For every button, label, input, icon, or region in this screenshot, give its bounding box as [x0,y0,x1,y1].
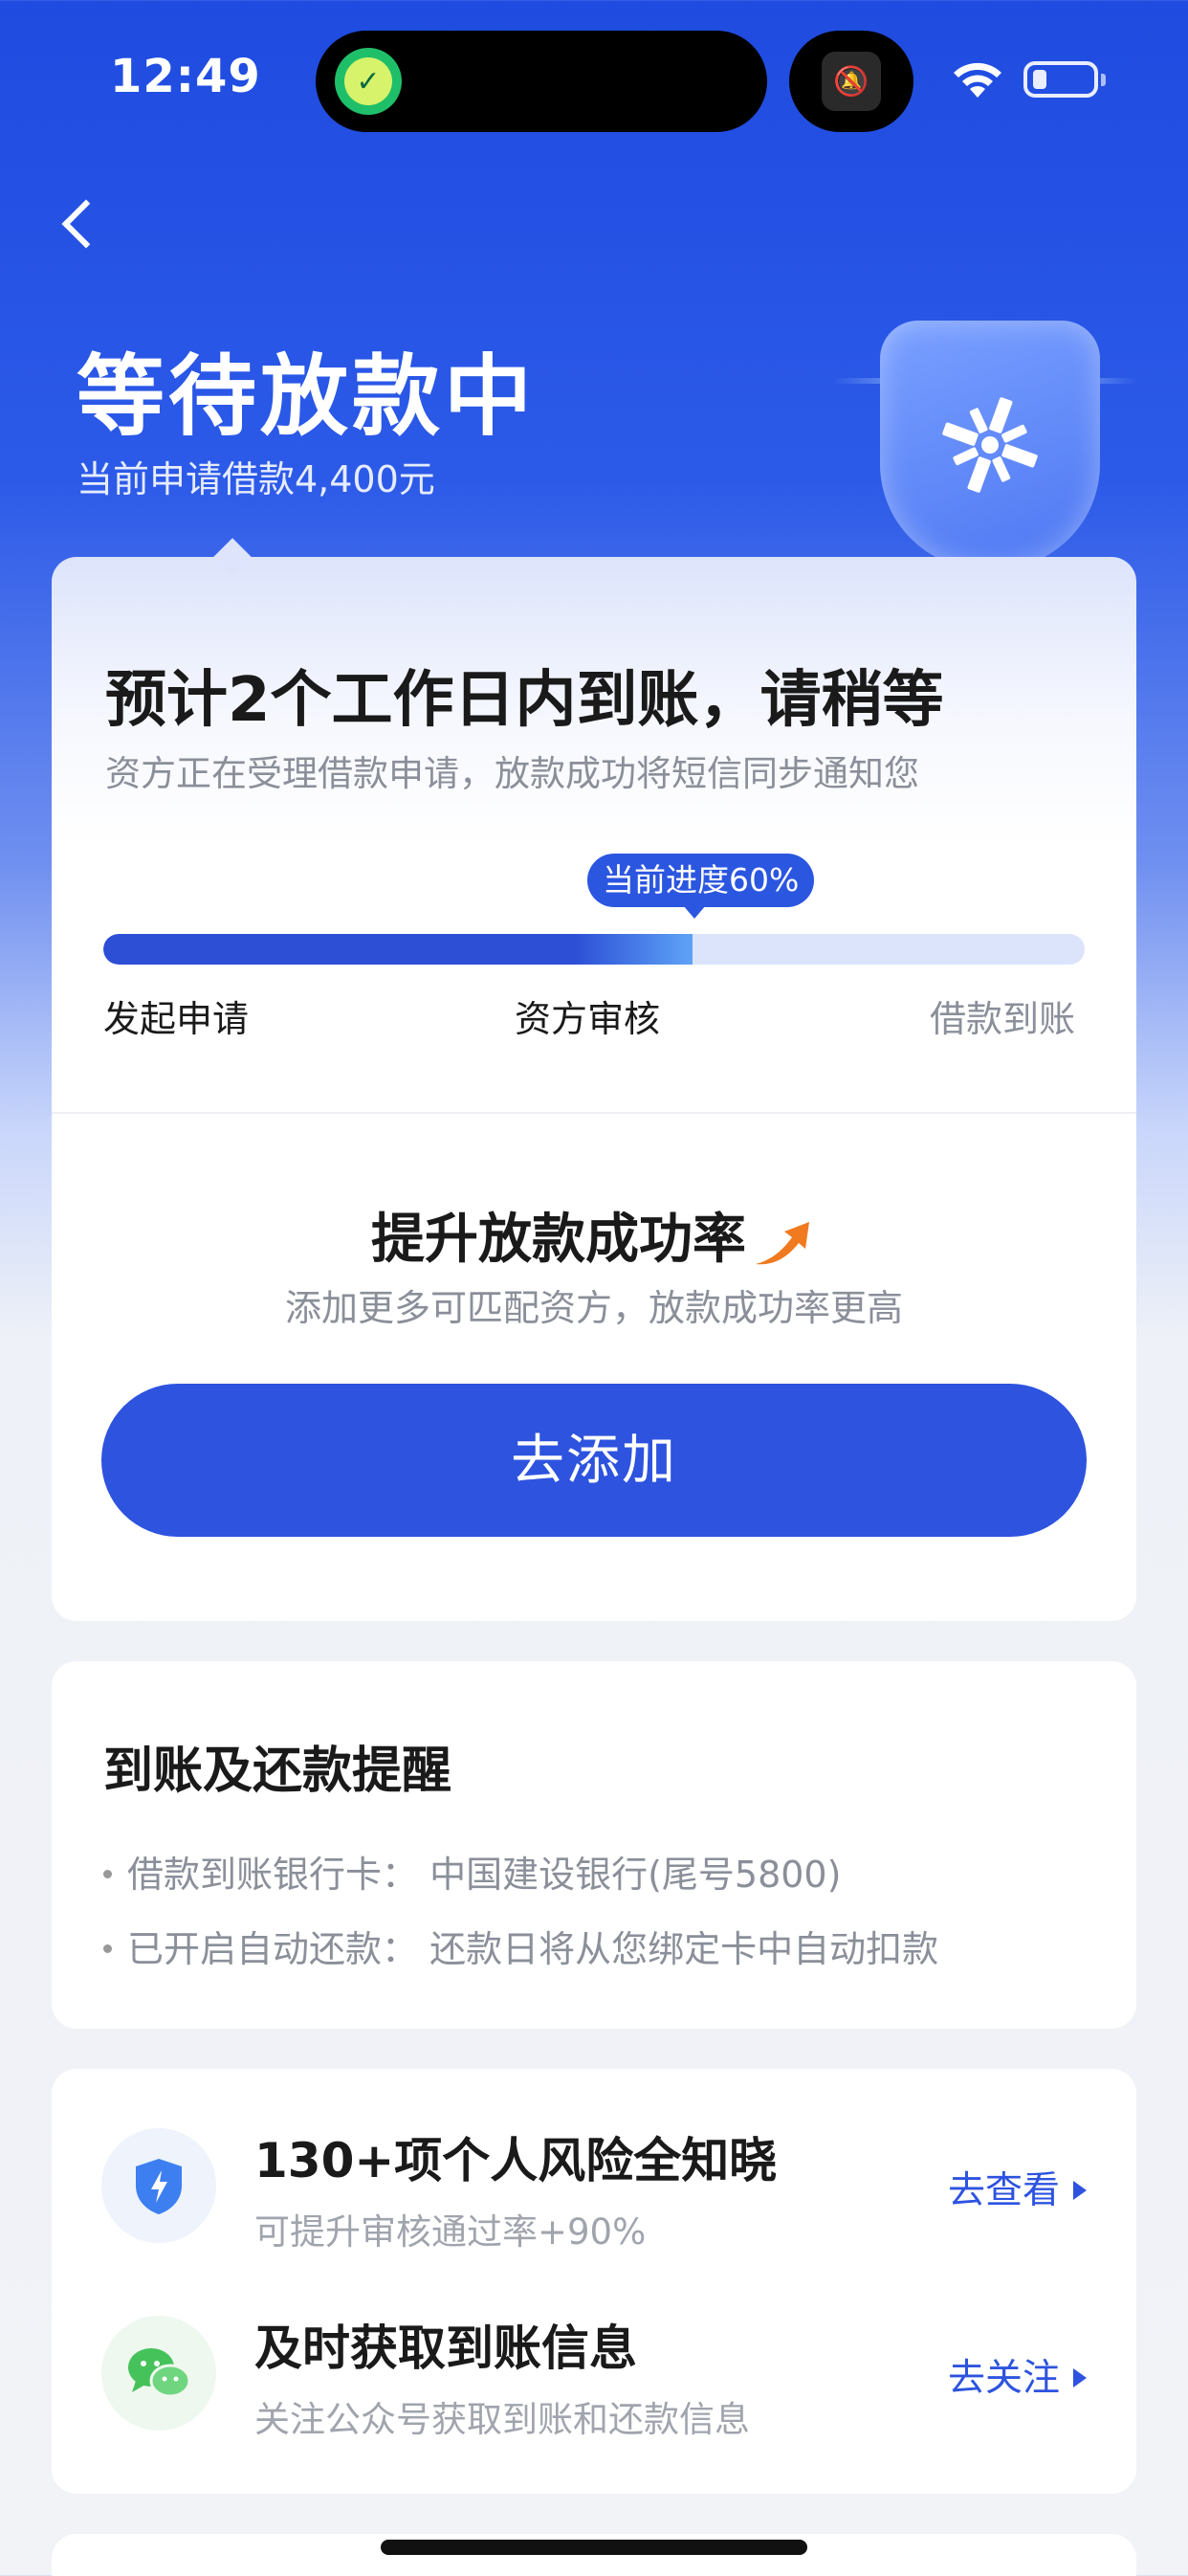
add-lender-button[interactable]: 去添加 [101,1384,1087,1537]
boost-title: 提升放款成功率 [52,1196,1136,1274]
wifi-icon [954,62,1001,98]
wechat-icon [101,2316,216,2431]
feature-subtitle: 可提升审核通过率+90% [254,2211,647,2253]
shield-bolt-icon [101,2128,216,2243]
status-bar: 12:49 ✓ 🔕 [0,0,1188,163]
loan-amount-subtitle: 当前申请借款4,400元 [77,458,435,500]
step-review: 资方审核 [515,998,661,1040]
silent-bell-icon: 🔕 [822,52,881,111]
progress-bar [103,934,1085,965]
view-risk-link[interactable]: 去查看 [948,2161,1087,2214]
feature-subtitle: 关注公众号获取到账和还款信息 [254,2399,750,2440]
progress-bar-fill [103,934,693,965]
eta-subtitle: 资方正在受理借款申请，放款成功将短信同步通知您 [105,753,919,794]
shield-illustration [832,301,1138,579]
reminder-item-text: 借款到账银行卡： 中国建设银行(尾号5800) [127,1854,842,1896]
dynamic-island-secondary: 🔕 [789,31,913,132]
home-indicator[interactable] [381,2540,807,2555]
divider [52,1112,1136,1114]
view-risk-link-text: 去查看 [947,2169,1060,2212]
status-time: 12:49 [110,50,261,103]
battery-icon [1023,61,1106,98]
boost-subtitle: 添加更多可匹配资方，放款成功率更高 [284,1287,903,1329]
back-button[interactable] [55,191,103,258]
reminder-item-bank-card: 借款到账银行卡： 中国建设银行(尾号5800) [103,1845,841,1898]
step-disbursed: 借款到账 [930,998,1076,1040]
trending-up-arrow-icon [756,1221,809,1265]
live-activity-app-icon: ✓ [335,48,402,115]
reminder-title: 到账及还款提醒 [103,1743,452,1800]
progress-card: 预计2个工作日内到账，请稍等 资方正在受理借款申请，放款成功将短信同步通知您 当… [52,557,1136,1621]
play-arrow-icon [1073,2367,1087,2387]
feature-follow-account[interactable]: 及时获取到账信息 关注公众号获取到账和还款信息 去关注 [52,2310,1136,2463]
reminder-item-auto-repay: 已开启自动还款： 还款日将从您绑定卡中自动扣款 [103,1920,938,1972]
reminder-item-text: 已开启自动还款： 还款日将从您绑定卡中自动扣款 [127,1928,939,1970]
feature-title: 及时获取到账信息 [254,2321,637,2376]
progress-badge: 当前进度60% [587,854,815,919]
step-apply: 发起申请 [103,998,250,1040]
feature-title: 130+项个人风险全知晓 [254,2133,778,2188]
follow-account-link[interactable]: 去关注 [948,2348,1087,2402]
features-card: 130+项个人风险全知晓 可提升审核通过率+90% 去查看 及时获取到账信息 关… [52,2069,1136,2494]
boost-title-text: 提升放款成功率 [371,1209,746,1271]
feature-risk-report[interactable]: 130+项个人风险全知晓 可提升审核通过率+90% 去查看 [52,2122,1136,2276]
page-title: 等待放款中 [77,345,537,448]
eta-title: 预计2个工作日内到账，请稍等 [105,665,944,736]
follow-account-link-text: 去关注 [947,2357,1060,2400]
reminder-card: 到账及还款提醒 借款到账银行卡： 中国建设银行(尾号5800) 已开启自动还款：… [52,1661,1136,2029]
play-arrow-icon [1073,2180,1087,2200]
dynamic-island: ✓ [316,31,767,132]
brand-logo-icon [942,397,1038,493]
